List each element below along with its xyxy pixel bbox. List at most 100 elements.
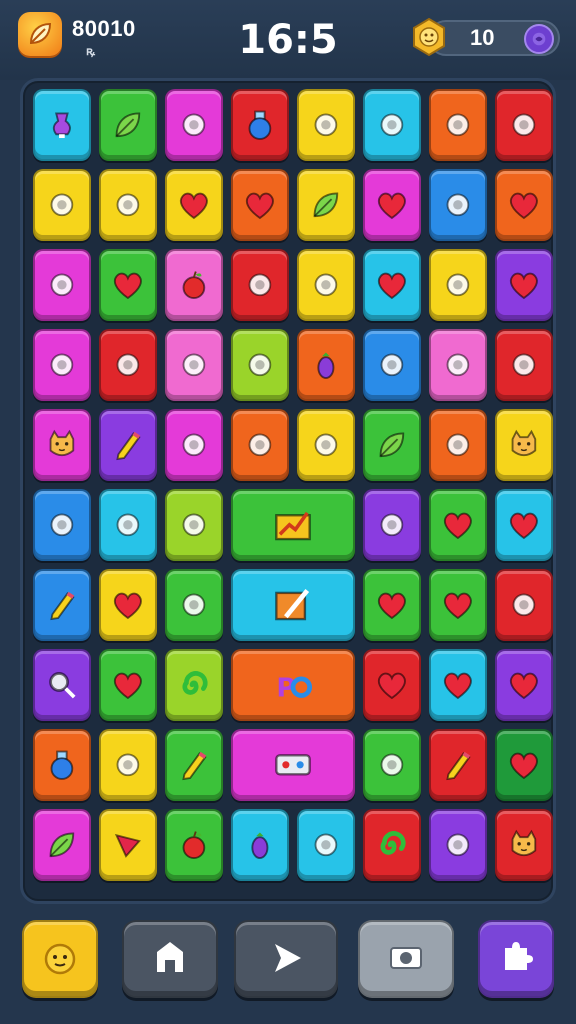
leaf-tile[interactable]	[99, 89, 157, 161]
face-tile[interactable]	[165, 329, 223, 401]
pencil-tile[interactable]	[429, 729, 487, 801]
blueberry-tile[interactable]	[231, 249, 289, 321]
creature-button[interactable]	[22, 920, 98, 998]
popsicle-tile[interactable]	[429, 249, 487, 321]
plum-tile[interactable]	[165, 489, 223, 561]
eggplant-icon	[307, 341, 345, 389]
heart-tile[interactable]	[165, 169, 223, 241]
ruler-tile[interactable]	[165, 569, 223, 641]
crown-box-icon	[439, 341, 477, 389]
eggplant-tile[interactable]	[297, 329, 355, 401]
radish-tile[interactable]	[231, 329, 289, 401]
pencil-tile[interactable]	[33, 569, 91, 641]
leaf-tile[interactable]	[33, 809, 91, 881]
magnifier-tile[interactable]	[33, 649, 91, 721]
heart-tile[interactable]	[363, 249, 421, 321]
heart-tile[interactable]	[429, 489, 487, 561]
heart-tile[interactable]	[99, 649, 157, 721]
wand-icon	[175, 421, 213, 469]
heart-tile[interactable]	[495, 249, 553, 321]
heart-tile[interactable]	[99, 249, 157, 321]
heart-tile[interactable]	[495, 489, 553, 561]
clover-tile[interactable]	[297, 89, 355, 161]
bell-pepper-tile[interactable]	[165, 89, 223, 161]
heart-icon	[109, 261, 147, 309]
potion-tile[interactable]	[33, 89, 91, 161]
wand-tile[interactable]	[165, 409, 223, 481]
eggplant-tile[interactable]	[231, 809, 289, 881]
house-tile[interactable]	[99, 329, 157, 401]
cat-icon	[505, 421, 543, 469]
bird-tile[interactable]	[99, 169, 157, 241]
phone-tile[interactable]	[429, 409, 487, 481]
add-coins-icon[interactable]	[524, 24, 554, 54]
heart-tile[interactable]	[231, 169, 289, 241]
bottle-tile[interactable]	[33, 729, 91, 801]
cat-tile[interactable]	[495, 809, 553, 881]
heart-tile[interactable]	[495, 169, 553, 241]
clover-icon	[307, 101, 345, 149]
pencil-tile[interactable]	[165, 729, 223, 801]
pepper-tile[interactable]	[297, 409, 355, 481]
heart-tile[interactable]	[429, 649, 487, 721]
leaf-tile[interactable]	[297, 169, 355, 241]
camera-button[interactable]	[358, 920, 454, 998]
cat-tile[interactable]	[495, 409, 553, 481]
wizard-tile[interactable]	[429, 809, 487, 881]
apple-icon	[175, 261, 213, 309]
pencil-icon	[175, 741, 213, 789]
play-button[interactable]	[234, 920, 338, 998]
drawing-tile[interactable]	[231, 569, 355, 641]
triangle-tile[interactable]	[99, 809, 157, 881]
swirl-tile[interactable]	[363, 809, 421, 881]
heart-tile[interactable]	[429, 569, 487, 641]
cake-slice-tile[interactable]	[429, 169, 487, 241]
lime-tile[interactable]	[429, 89, 487, 161]
tablet-tile[interactable]	[99, 489, 157, 561]
jar-tile[interactable]	[33, 329, 91, 401]
lime-icon	[439, 101, 477, 149]
chart-tile[interactable]	[231, 489, 355, 561]
brush-tile[interactable]	[33, 249, 91, 321]
bottle-icon	[241, 101, 279, 149]
boot-tile[interactable]	[363, 89, 421, 161]
apple-tile[interactable]	[165, 809, 223, 881]
heart-icon	[505, 181, 543, 229]
lemon-tile[interactable]	[495, 329, 553, 401]
chili-tile[interactable]	[363, 729, 421, 801]
cat-tile[interactable]	[33, 409, 91, 481]
swirl-tile[interactable]	[165, 649, 223, 721]
letters-tile[interactable]: P	[231, 649, 355, 721]
plum-icon	[175, 501, 213, 549]
pot-tile[interactable]	[297, 249, 355, 321]
chart-icon	[263, 501, 323, 549]
heart-tile[interactable]	[363, 649, 421, 721]
home-button[interactable]	[122, 920, 218, 998]
pencils-tile[interactable]	[33, 489, 91, 561]
battery-tile[interactable]	[363, 329, 421, 401]
feather-tile[interactable]	[495, 89, 553, 161]
marker-tile[interactable]	[99, 729, 157, 801]
gem-tile[interactable]	[495, 569, 553, 641]
feather-icon	[505, 101, 543, 149]
corn-tile[interactable]	[297, 809, 355, 881]
pot-icon	[307, 261, 345, 309]
cassette-tile[interactable]	[231, 729, 355, 801]
heart-tile[interactable]	[363, 169, 421, 241]
heart-tile[interactable]	[495, 649, 553, 721]
letters-icon: P	[263, 661, 323, 709]
cassette-icon	[263, 741, 323, 789]
crown-box-tile[interactable]	[429, 329, 487, 401]
bottle-tile[interactable]	[231, 89, 289, 161]
fish-tile[interactable]	[231, 409, 289, 481]
boot-icon	[373, 101, 411, 149]
apple-tile[interactable]	[165, 249, 223, 321]
leaf-tile[interactable]	[363, 409, 421, 481]
lion-tile[interactable]	[33, 169, 91, 241]
heart-tile[interactable]	[99, 569, 157, 641]
pencil-tile[interactable]	[99, 409, 157, 481]
puzzle-button[interactable]	[478, 920, 554, 998]
heart-tile[interactable]	[495, 729, 553, 801]
balloon-tile[interactable]	[363, 489, 421, 561]
heart-tile[interactable]	[363, 569, 421, 641]
